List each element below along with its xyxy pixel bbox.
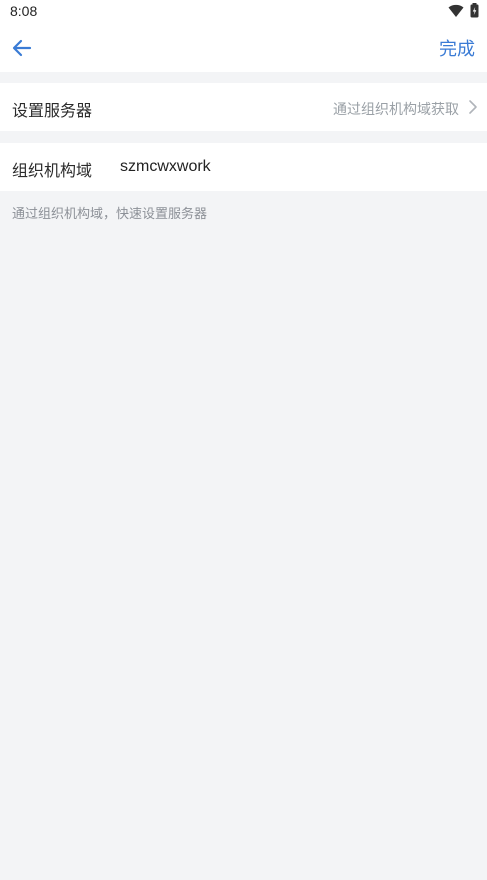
done-button[interactable]: 完成: [439, 35, 475, 61]
set-server-row[interactable]: 设置服务器 通过组织机构域获取: [0, 83, 487, 131]
org-domain-input[interactable]: [120, 155, 450, 179]
status-icons: [448, 3, 479, 22]
status-time: 8:08: [10, 3, 38, 19]
chevron-right-icon: [467, 98, 479, 116]
battery-icon: [470, 3, 479, 22]
arrow-left-icon: [12, 39, 32, 57]
status-bar: 8:08: [0, 0, 487, 24]
set-server-label: 设置服务器: [12, 101, 93, 120]
wifi-icon: [448, 3, 464, 22]
org-domain-label: 组织机构域: [12, 161, 93, 180]
org-domain-hint: 通过组织机构域，快速设置服务器: [12, 207, 208, 222]
server-method-value: 通过组织机构域获取: [333, 102, 459, 118]
nav-bar: 完成: [0, 24, 487, 72]
app-screen: 8:08 完成 设置服务器 通过组织机构域获取 组织机构域 szmcwxwork…: [0, 0, 487, 880]
org-domain-row: 组织机构域: [0, 143, 487, 191]
back-button[interactable]: [10, 36, 34, 60]
